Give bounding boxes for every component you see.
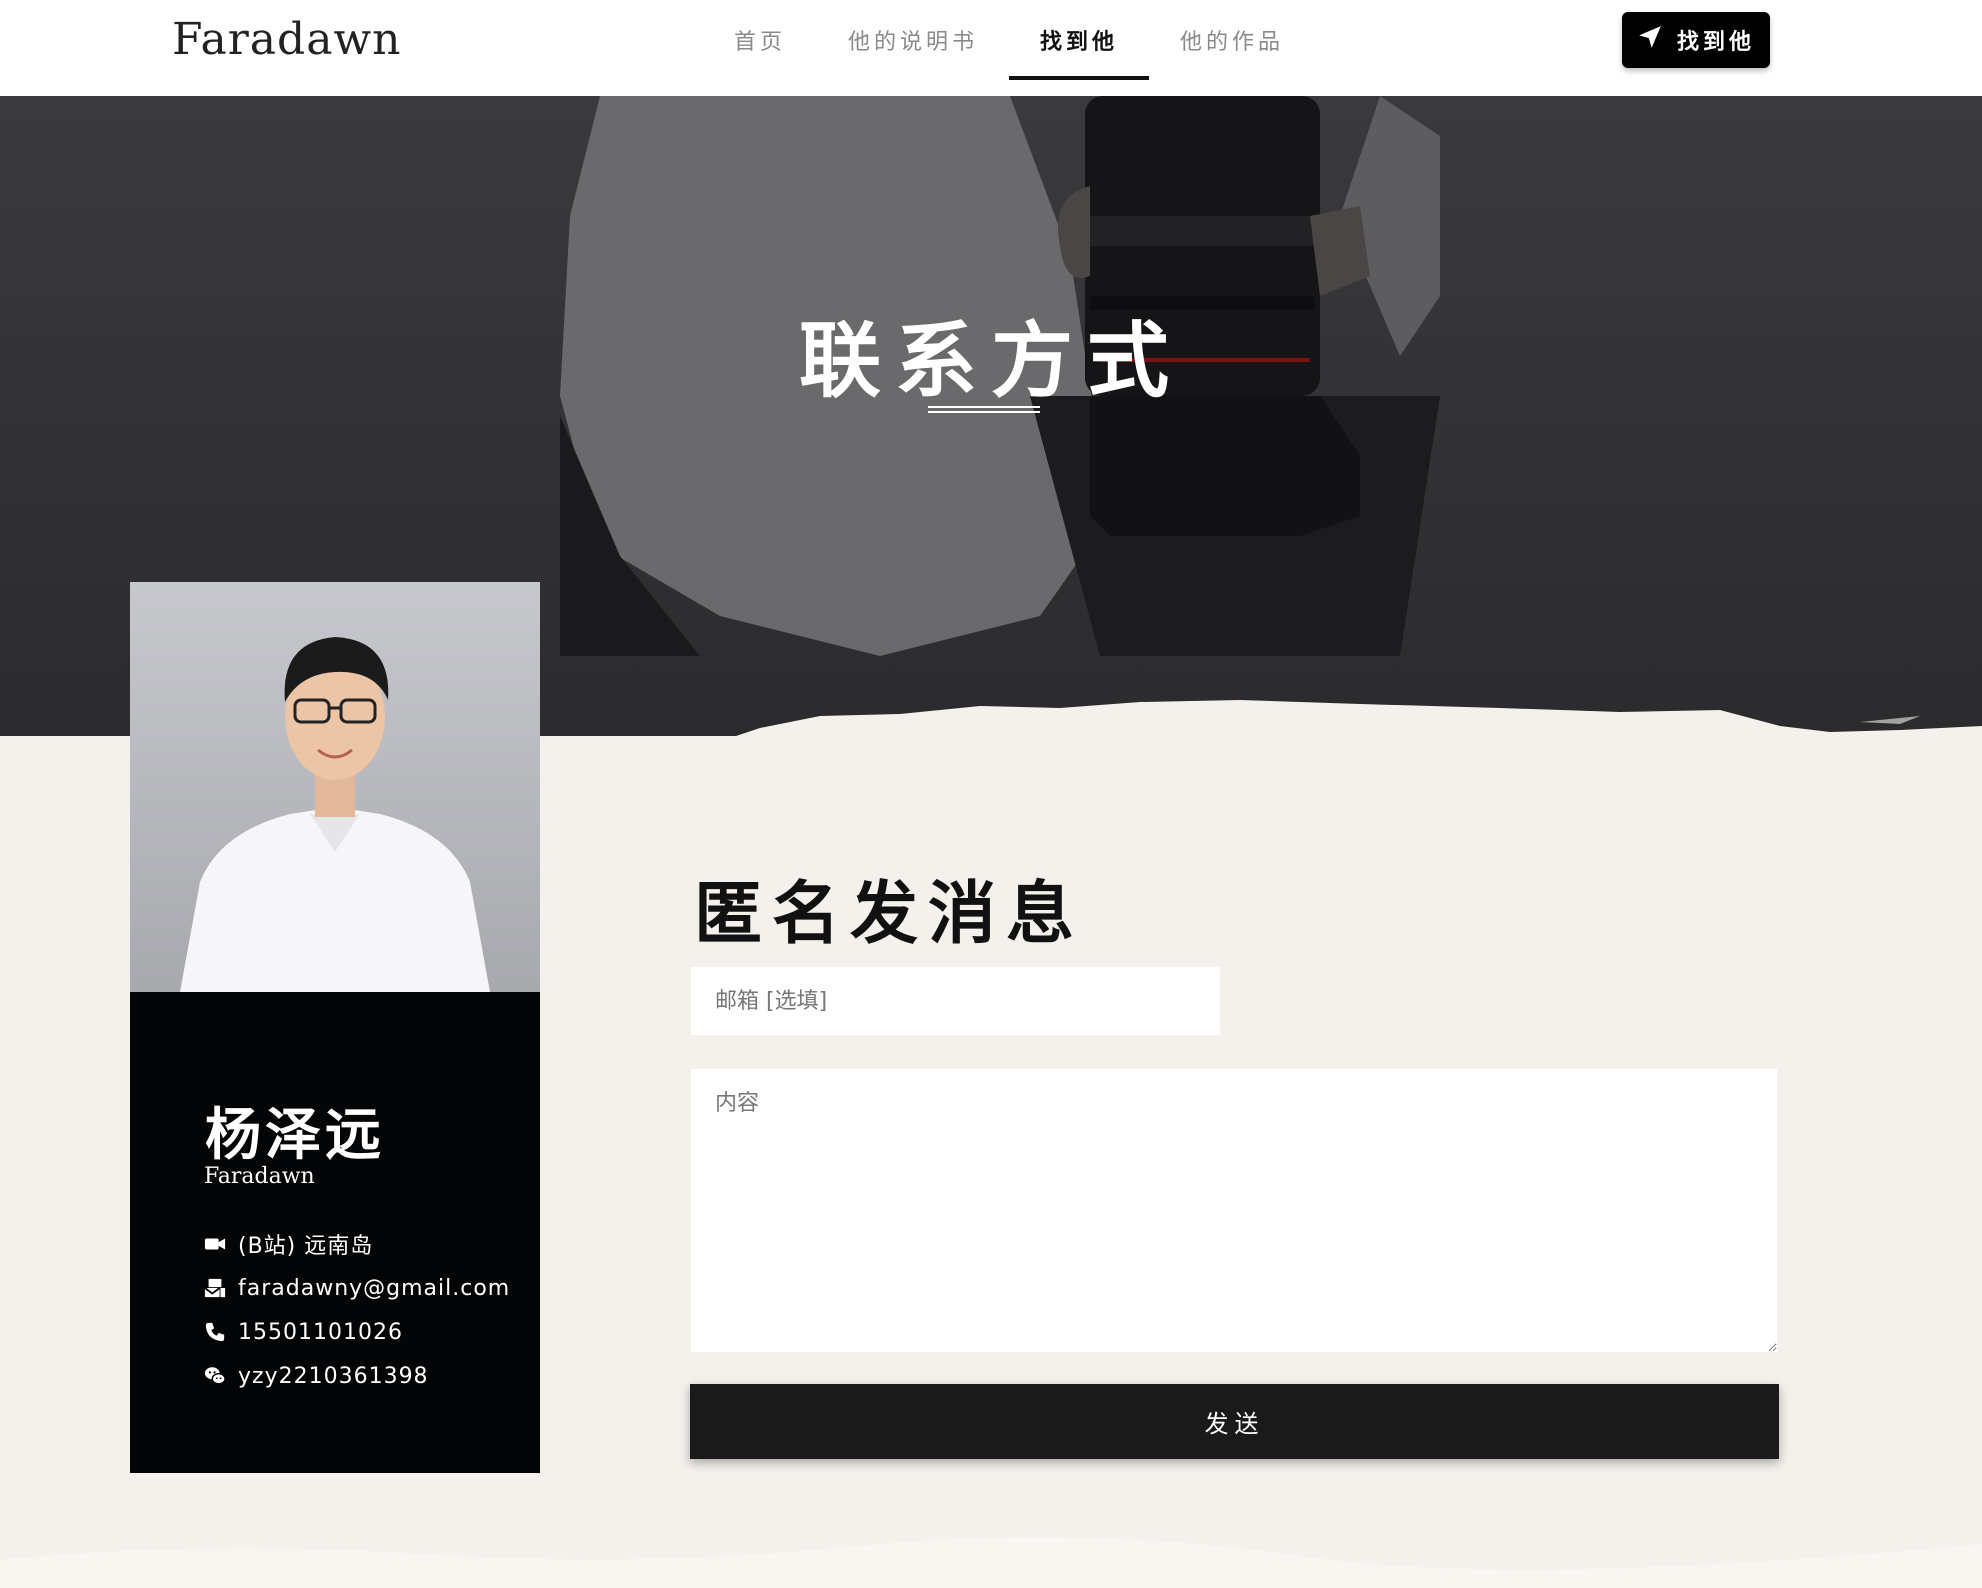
nav-item-find-him[interactable]: 找到他 [1009, 0, 1150, 80]
contact-bilibili-text: (B站) 远南岛 [238, 1234, 374, 1259]
content-textarea[interactable] [691, 1069, 1777, 1352]
profile-alias: Faradawn [204, 1164, 315, 1189]
contact-email-text: faradawny@gmail.com [238, 1275, 511, 1301]
contact-wechat[interactable]: yzy2210361398 [204, 1354, 510, 1398]
bottom-brush-texture [0, 1537, 1982, 1588]
hero-title: 联系方式 [798, 313, 1183, 409]
contact-list: (B站) 远南岛 faradawny@gmail.com 15501101026… [204, 1222, 510, 1398]
profile-name: 杨泽远 [205, 1102, 385, 1168]
video-camera-icon [204, 1233, 226, 1255]
contact-phone[interactable]: 15501101026 [204, 1310, 510, 1354]
nav-item-manual[interactable]: 他的说明书 [817, 0, 1009, 80]
send-button[interactable]: 发送 [690, 1384, 1779, 1459]
phone-icon [204, 1321, 226, 1343]
find-him-button[interactable]: 找到他 [1622, 12, 1770, 68]
profile-card: 杨泽远 Faradawn (B站) 远南岛 faradawny@gmail.co… [130, 582, 540, 1473]
top-nav-bar: Faradawn 首页 他的说明书 找到他 他的作品 找到他 [0, 0, 1982, 96]
contact-wechat-text: yzy2210361398 [238, 1363, 429, 1389]
find-him-button-label: 找到他 [1676, 30, 1755, 55]
email-field[interactable] [691, 967, 1220, 1035]
nav-item-home[interactable]: 首页 [703, 0, 817, 80]
contact-bilibili[interactable]: (B站) 远南岛 [204, 1222, 510, 1266]
contact-phone-text: 15501101026 [238, 1319, 403, 1345]
hero-title-underline [928, 406, 1040, 413]
wechat-icon [204, 1365, 226, 1387]
location-arrow-icon [1637, 24, 1663, 56]
profile-photo [130, 582, 540, 992]
contact-email[interactable]: faradawny@gmail.com [204, 1266, 510, 1310]
main-nav: 首页 他的说明书 找到他 他的作品 [703, 0, 1315, 96]
form-title: 匿名发消息 [694, 874, 1085, 954]
brand-logo[interactable]: Faradawn [172, 14, 401, 65]
nav-item-works[interactable]: 他的作品 [1149, 0, 1315, 80]
mail-bulk-icon [204, 1277, 226, 1299]
